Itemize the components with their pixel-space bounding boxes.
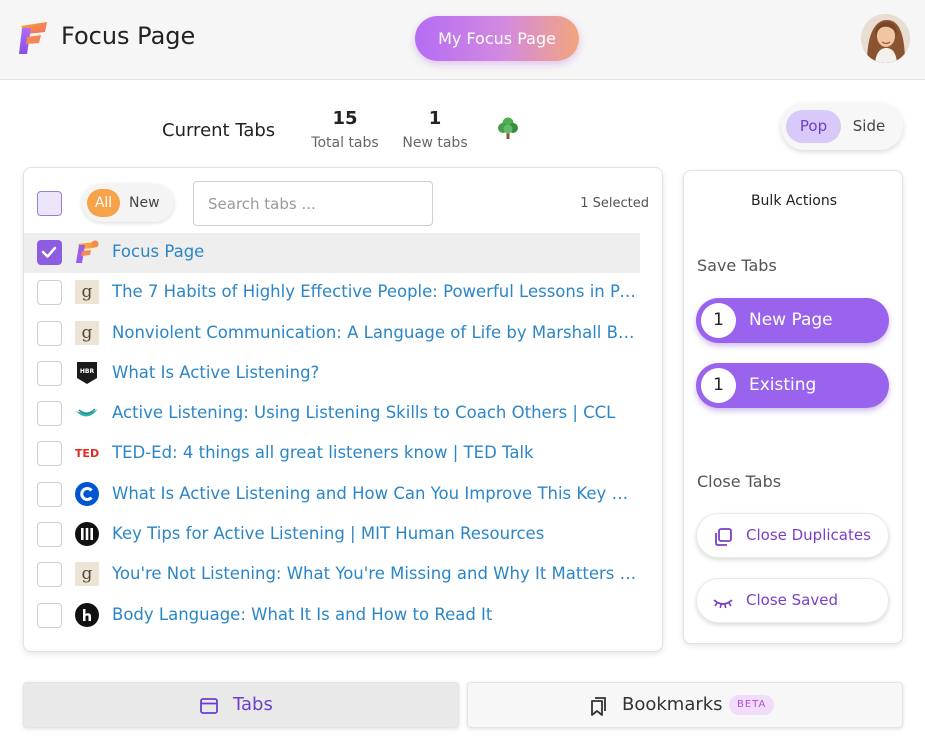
filter-all-button[interactable]: All (87, 189, 120, 217)
mit-favicon-icon (75, 522, 99, 547)
current-tabs-heading: Current Tabs (162, 120, 276, 141)
tab-row[interactable]: Active Listening: Using Listening Skills… (24, 394, 664, 434)
tab-title-link[interactable]: What Is Active Listening? (112, 363, 637, 382)
tab-row[interactable]: g You're Not Listening: What You're Miss… (24, 555, 664, 595)
window-icon (200, 698, 218, 714)
tab-checkbox[interactable] (37, 562, 62, 588)
close-saved-button[interactable]: Close Saved (696, 578, 889, 623)
checkmark-icon (41, 246, 57, 258)
tab-row[interactable]: g The 7 Habits of Highly Effective Peopl… (24, 273, 664, 313)
tab-row[interactable]: Body Language: What It Is and How to Rea… (24, 596, 664, 636)
total-tabs-count: 15 (332, 108, 358, 129)
goodreads-favicon-icon: g (75, 320, 99, 345)
tab-title-link[interactable]: Nonviolent Communication: A Language of … (112, 323, 637, 342)
user-avatar[interactable] (861, 14, 910, 63)
tab-checkbox[interactable] (37, 240, 62, 265)
svg-text:g: g (82, 323, 93, 343)
svg-text:g: g (82, 564, 93, 584)
duplicate-icon (715, 528, 732, 546)
tab-row[interactable]: g Nonviolent Communication: A Language o… (24, 314, 664, 354)
tab-title-link[interactable]: What Is Active Listening and How Can You… (112, 484, 637, 503)
tab-title-link[interactable]: You're Not Listening: What You're Missin… (112, 564, 637, 583)
close-duplicates-button[interactable]: Close Duplicates (696, 513, 889, 558)
tab-row[interactable]: What Is Active Listening and How Can You… (24, 475, 664, 515)
bulk-actions-title: Bulk Actions (750, 193, 838, 209)
tab-checkbox[interactable] (37, 280, 62, 306)
hbr-favicon-icon: HBR (77, 361, 97, 384)
tab-row[interactable]: Key Tips for Active Listening | MIT Huma… (24, 515, 664, 555)
tab-bookmarks[interactable]: Bookmarks BETA (467, 682, 903, 728)
existing-count-badge: 1 (701, 368, 736, 403)
tab-row[interactable]: TED TED-Ed: 4 things all great listeners… (24, 434, 664, 474)
tab-list: Focus Page g The 7 Habits of Highly Effe… (24, 233, 664, 636)
selected-count: 1 Selected (580, 196, 649, 211)
closed-eye-icon (713, 599, 733, 609)
tab-checkbox[interactable] (37, 481, 62, 507)
coursera-favicon-icon (75, 481, 99, 506)
goodreads-favicon-icon: g (75, 280, 99, 305)
tab-title-link[interactable]: Body Language: What It Is and How to Rea… (112, 605, 637, 624)
view-option-side[interactable]: Side (843, 110, 895, 143)
svg-text:TED: TED (75, 447, 99, 460)
total-tabs-stat: 15 Total tabs (308, 108, 382, 151)
ted-favicon-icon: TED (75, 447, 99, 460)
close-duplicates-label: Close Duplicates (746, 526, 871, 544)
svg-text:HBR: HBR (80, 368, 95, 375)
new-page-count-badge: 1 (701, 303, 736, 338)
tab-checkbox[interactable] (37, 602, 62, 628)
close-tabs-label: Close Tabs (697, 472, 782, 491)
tabs-tab-label: Tabs (233, 694, 273, 715)
focus-page-favicon-icon (76, 240, 99, 263)
healthline-favicon-icon (75, 602, 99, 627)
new-tabs-count: 1 (428, 108, 442, 129)
new-page-label: New Page (749, 310, 833, 330)
save-new-page-button[interactable]: 1 New Page (696, 298, 889, 343)
save-tabs-label: Save Tabs (697, 256, 777, 275)
tree-icon (498, 117, 518, 139)
total-tabs-label: Total tabs (311, 135, 379, 151)
avatar-icon (861, 14, 910, 63)
svg-text:g: g (82, 282, 93, 302)
tab-title-link[interactable]: Active Listening: Using Listening Skills… (112, 403, 637, 422)
filter-new-button[interactable]: New (129, 184, 160, 222)
existing-label: Existing (749, 375, 817, 395)
tab-filter-toggle: All New (82, 184, 174, 222)
tab-checkbox[interactable] (37, 441, 62, 467)
tab-title-link[interactable]: TED-Ed: 4 things all great listeners kno… (112, 443, 637, 462)
bookmarks-tab-label: Bookmarks (622, 694, 723, 715)
tab-title-link[interactable]: Key Tips for Active Listening | MIT Huma… (112, 524, 637, 543)
focus-page-logo-icon[interactable] (17, 20, 51, 56)
tab-list-panel: All New 1 Selected Focus Page g The 7 Ha… (23, 167, 663, 652)
header: Focus Page My Focus Page (0, 0, 925, 80)
ccl-favicon-icon (76, 408, 98, 417)
tab-tabs[interactable]: Tabs (23, 682, 459, 728)
tab-title-link[interactable]: The 7 Habits of Highly Effective People:… (112, 282, 637, 301)
tab-checkbox[interactable] (37, 320, 62, 346)
beta-badge: BETA (729, 695, 775, 715)
view-mode-toggle: Pop Side (781, 103, 903, 150)
bulk-actions-panel: Bulk Actions Save Tabs 1 New Page 1 Exis… (683, 170, 903, 644)
new-tabs-stat: 1 New tabs (400, 108, 470, 151)
bookmarks-icon (591, 697, 606, 716)
tab-checkbox[interactable] (37, 401, 62, 427)
app-title: Focus Page (61, 22, 196, 50)
new-tabs-label: New tabs (402, 135, 468, 151)
save-existing-button[interactable]: 1 Existing (696, 363, 889, 408)
close-saved-label: Close Saved (746, 591, 838, 609)
goodreads-favicon-icon: g (75, 562, 99, 587)
tab-checkbox[interactable] (37, 360, 62, 386)
tab-row[interactable]: Focus Page (24, 233, 640, 274)
view-option-pop[interactable]: Pop (786, 110, 841, 143)
search-tabs-input[interactable] (193, 181, 433, 226)
tab-title-link[interactable]: Focus Page (112, 242, 637, 261)
tab-checkbox[interactable] (37, 522, 62, 548)
tab-row[interactable]: HBR What Is Active Listening? (24, 354, 664, 394)
my-focus-page-button[interactable]: My Focus Page (415, 16, 579, 61)
select-all-checkbox[interactable] (37, 191, 62, 216)
